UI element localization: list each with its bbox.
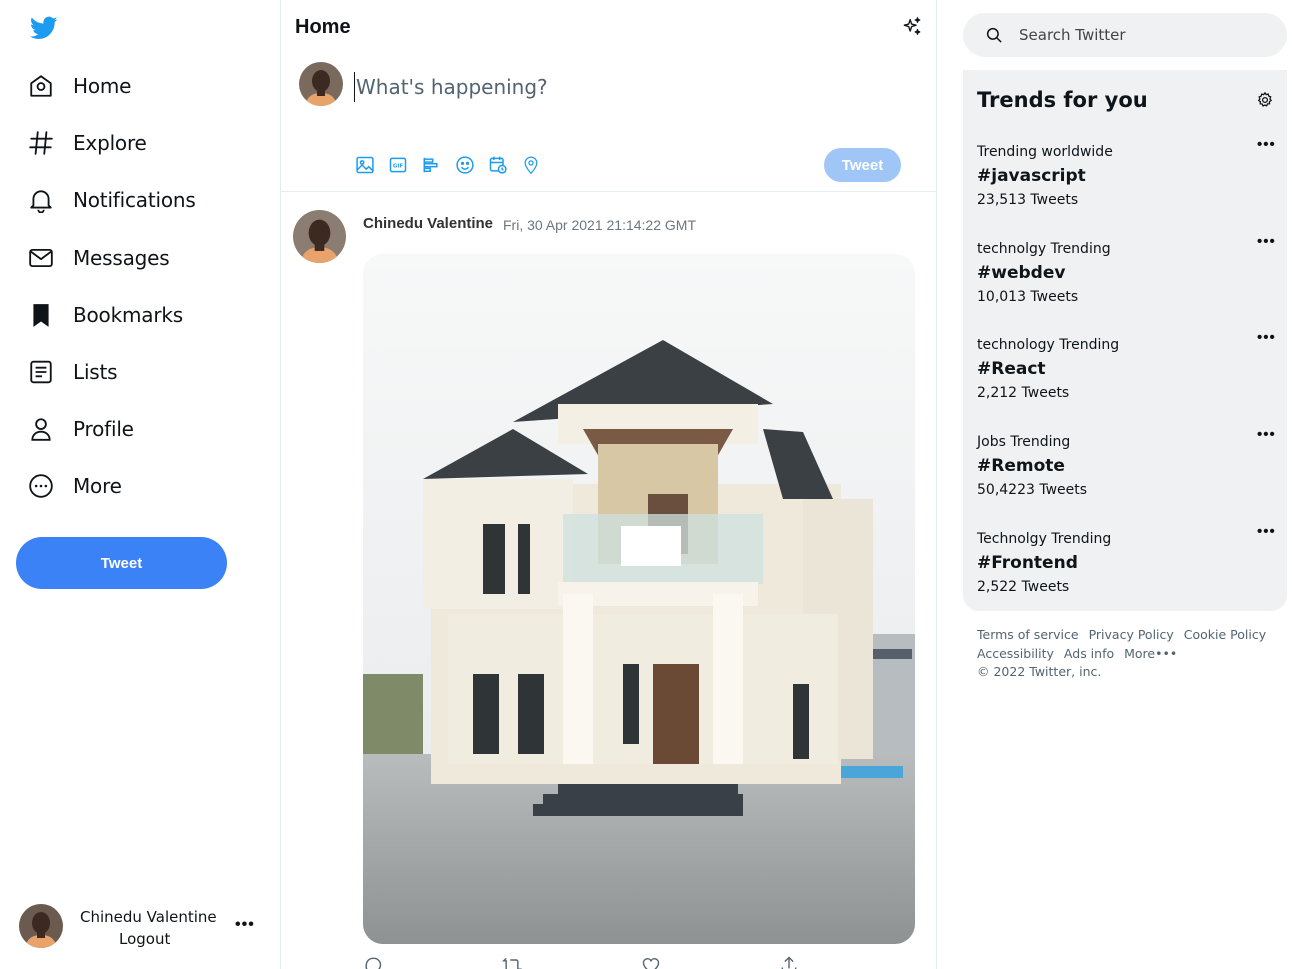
svg-text:GIF: GIF: [393, 164, 403, 170]
nav-label: Notifications: [73, 188, 196, 213]
nav-item-messages[interactable]: Messages: [28, 238, 196, 278]
nav-label: Bookmarks: [73, 302, 183, 327]
footer-link-terms[interactable]: Terms of service: [977, 627, 1079, 642]
footer-link-cookies[interactable]: Cookie Policy: [1184, 627, 1266, 642]
trend-menu-icon[interactable]: •••: [1257, 233, 1276, 250]
share-icon[interactable]: [779, 956, 813, 969]
trend-item[interactable]: Jobs Trending #Remote 50,4223 Tweets •••: [977, 426, 1277, 512]
trend-count: 23,513 Tweets: [977, 192, 1079, 208]
trends-panel: Trends for you Trending worldwide #javas…: [963, 70, 1287, 611]
gear-icon[interactable]: [1256, 91, 1274, 109]
trend-count: 50,4223 Tweets: [977, 482, 1088, 498]
trend-tag[interactable]: #javascript: [977, 166, 1086, 186]
sparkle-icon[interactable]: [901, 16, 923, 38]
page-title: Home: [295, 16, 351, 38]
image-icon[interactable]: [355, 155, 375, 175]
bell-icon: [28, 187, 54, 214]
sidebar-tweet-button[interactable]: Tweet: [16, 537, 227, 589]
trend-item[interactable]: technology Trending #React 2,212 Tweets …: [977, 329, 1277, 415]
footer-link-accessibility[interactable]: Accessibility: [977, 646, 1054, 661]
location-icon[interactable]: [521, 155, 541, 175]
envelope-icon: [28, 245, 54, 271]
like-icon[interactable]: [641, 958, 675, 969]
nav-item-bookmarks[interactable]: Bookmarks: [28, 295, 196, 335]
account-menu-icon[interactable]: •••: [235, 916, 255, 934]
trends-title: Trends for you: [977, 88, 1148, 112]
trend-menu-icon[interactable]: •••: [1257, 426, 1276, 443]
person-icon: [28, 416, 54, 442]
left-sidebar: Home Explore Notifications Messages Book…: [0, 0, 281, 969]
compose-input[interactable]: [354, 72, 894, 102]
footer-links: Terms of service Privacy Policy Cookie Pol…: [977, 626, 1277, 682]
trend-item[interactable]: technolgy Trending #webdev 10,013 Tweets…: [977, 233, 1277, 319]
trend-count: 2,212 Tweets: [977, 385, 1070, 401]
trend-context: Technolgy Trending: [977, 531, 1112, 547]
trend-item[interactable]: Trending worldwide #javascript 23,513 Tw…: [977, 136, 1277, 222]
trend-tag[interactable]: #Remote: [977, 456, 1065, 476]
trend-context: technology Trending: [977, 337, 1120, 353]
footer-link-privacy[interactable]: Privacy Policy: [1089, 627, 1174, 642]
home-timeline: Home GIF Tweet: [281, 0, 937, 969]
nav-label: Profile: [73, 417, 134, 442]
composer-avatar: [299, 62, 343, 106]
trend-item[interactable]: Technolgy Trending #Frontend 2,522 Tweet…: [977, 523, 1277, 609]
hashtag-icon: [28, 130, 54, 156]
post-author-avatar[interactable]: [293, 210, 346, 263]
twitter-bird-icon[interactable]: [28, 14, 60, 42]
trend-count: 2,522 Tweets: [977, 579, 1070, 595]
nav-label: Home: [73, 74, 132, 98]
trend-count: 10,013 Tweets: [977, 289, 1079, 305]
post-author-name[interactable]: Chinedu Valentine: [363, 215, 493, 232]
divider: [281, 191, 936, 192]
logout-link[interactable]: Logout: [119, 930, 170, 948]
copyright: © 2022 Twitter, inc.: [977, 664, 1102, 679]
nav-item-lists[interactable]: Lists: [28, 352, 196, 392]
post-timestamp: Fri, 30 Apr 2021 21:14:22 GMT: [503, 217, 696, 233]
home-icon: [28, 73, 54, 99]
compose-tweet-button[interactable]: Tweet: [824, 148, 901, 182]
account-switcher[interactable]: Chinedu Valentine Logout •••: [19, 904, 269, 950]
nav-label: Messages: [73, 245, 170, 270]
nav-item-home[interactable]: Home: [28, 66, 196, 106]
reply-icon[interactable]: [363, 957, 397, 969]
nav-item-explore[interactable]: Explore: [28, 123, 196, 163]
trend-menu-icon[interactable]: •••: [1257, 136, 1276, 153]
trend-menu-icon[interactable]: •••: [1257, 329, 1276, 346]
search-bar[interactable]: [963, 13, 1287, 57]
search-input[interactable]: [1019, 26, 1269, 44]
poll-icon[interactable]: [421, 155, 441, 175]
trend-context: Jobs Trending: [977, 434, 1071, 450]
nav-item-notifications[interactable]: Notifications: [28, 180, 196, 220]
nav-label: Lists: [73, 359, 118, 384]
primary-nav: Home Explore Notifications Messages Book…: [28, 66, 196, 524]
trend-tag[interactable]: #Frontend: [977, 553, 1078, 573]
composer-toolbar: GIF: [355, 155, 554, 175]
retweet-icon[interactable]: [501, 957, 537, 969]
list-icon: [28, 359, 54, 385]
footer-link-more[interactable]: More•••: [1124, 646, 1177, 661]
nav-item-more[interactable]: More: [28, 466, 196, 506]
nav-item-profile[interactable]: Profile: [28, 409, 196, 449]
trend-tag[interactable]: #React: [977, 359, 1046, 379]
bookmark-icon: [28, 302, 54, 328]
avatar: [19, 904, 63, 948]
trend-tag[interactable]: #webdev: [977, 263, 1065, 283]
gif-icon[interactable]: GIF: [388, 155, 408, 175]
nav-label: More: [73, 474, 122, 499]
account-name: Chinedu Valentine: [80, 908, 217, 926]
footer-link-ads-info[interactable]: Ads info: [1064, 646, 1114, 661]
trend-context: Trending worldwide: [977, 144, 1113, 160]
trend-context: technolgy Trending: [977, 241, 1111, 257]
trend-menu-icon[interactable]: •••: [1257, 523, 1276, 540]
emoji-icon[interactable]: [455, 155, 475, 175]
post-image[interactable]: [363, 254, 915, 944]
search-icon: [986, 27, 1002, 43]
nav-label: Explore: [73, 131, 147, 156]
more-circle-icon: [28, 473, 54, 499]
post-actions: [363, 956, 843, 969]
schedule-icon[interactable]: [488, 155, 508, 175]
